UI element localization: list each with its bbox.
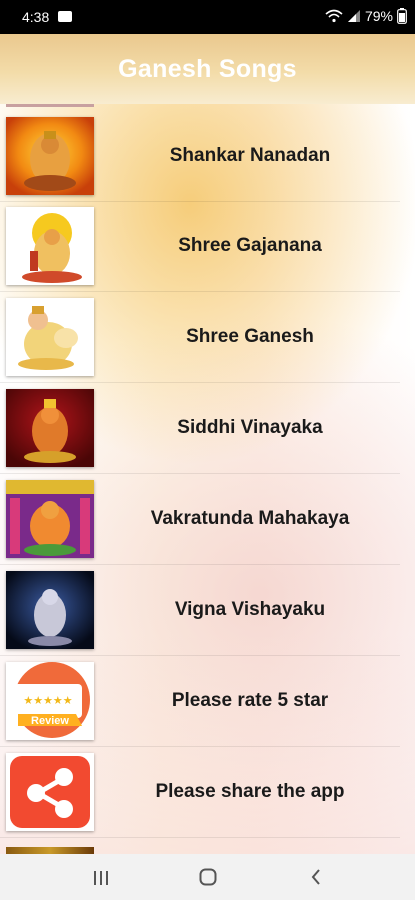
item-label: Please rate 5 star [171,690,329,711]
status-bar: 4:38 79% [0,0,415,34]
ganesha-red-image [6,389,94,467]
review-icon: ★★★★★ Review [6,662,94,740]
ganesha-yellow-image [6,207,94,285]
svg-text:★★★★★: ★★★★★ [23,694,72,707]
partial-list-item [6,847,94,854]
ganesha-orange-image [6,117,94,195]
ganesha-purple-image [6,480,94,558]
signal-icon [347,9,361,23]
list-item-vigna-vishayaku[interactable]: Vigna Vishayaku [0,565,400,656]
message-icon [58,11,72,22]
back-icon[interactable] [310,869,322,890]
item-label: Please share the app [155,781,345,802]
ganesha-dark-image [6,571,94,649]
ganesha-white-image [6,298,94,376]
home-icon[interactable] [199,868,217,891]
app-title: Ganesh Songs [118,54,297,83]
partial-list-item [6,104,94,107]
list-item-vakratunda-mahakaya[interactable]: Vakratunda Mahakaya [0,474,400,565]
list-item-siddhi-vinayaka[interactable]: Siddhi Vinayaka [0,383,400,474]
list-item-shree-gajanana[interactable]: Shree Gajanana [0,201,400,292]
recents-icon[interactable] [93,870,109,891]
share-icon [6,753,94,831]
list-item-rate[interactable]: ★★★★★ Review Please rate 5 star [0,656,400,747]
list-item-shankar-nanadan[interactable]: Shankar Nanadan [0,111,400,202]
navigation-bar [0,854,415,900]
wifi-icon [325,9,343,23]
battery-icon [397,8,407,24]
item-label: Vigna Vishayaku [174,599,326,620]
item-label: Shree Ganesh [186,326,314,347]
status-time: 4:38 [22,9,50,25]
status-right: 79% [325,8,407,24]
item-label: Shree Gajanana [178,235,322,256]
item-label: Siddhi Vinayaka [177,417,323,438]
item-label: Vakratunda Mahakaya [150,508,350,529]
app-header: Ganesh Songs [0,34,415,104]
list-item-share[interactable]: Please share the app [0,747,400,838]
battery-percent: 79% [364,8,393,24]
list-item-shree-ganesh[interactable]: Shree Ganesh [0,292,400,383]
review-badge-text: Review [31,715,69,727]
item-label: Shankar Nanadan [169,145,331,166]
